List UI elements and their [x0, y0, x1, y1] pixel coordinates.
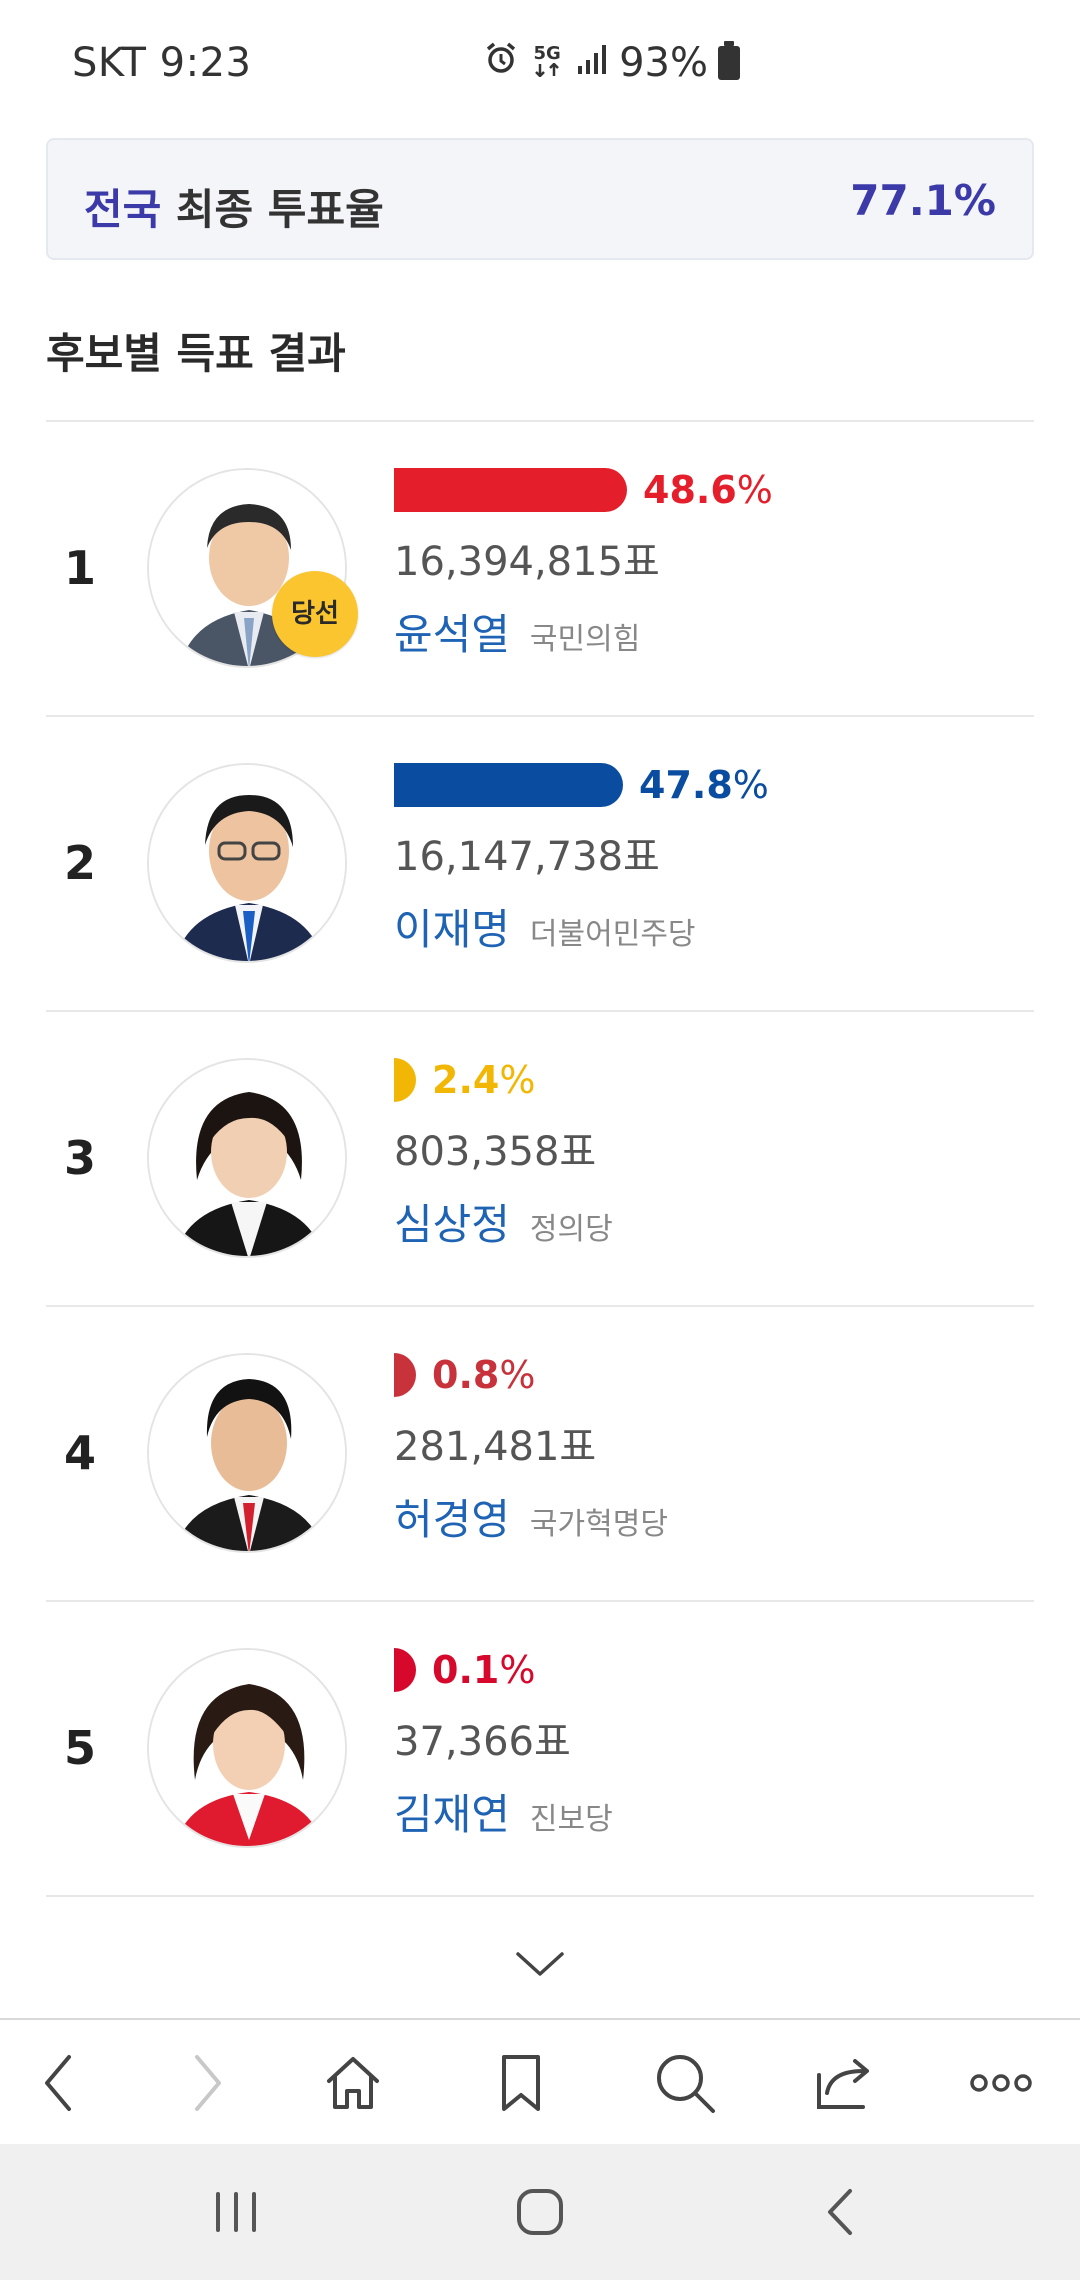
network-5g-icon: 5G — [529, 45, 565, 81]
candidate-info: 이재명 더불어민주당 — [394, 896, 696, 957]
candidate-rank: 4 — [64, 1426, 97, 1480]
candidate-photo — [147, 1648, 347, 1848]
candidate-row-5[interactable]: 5 0.1% 37,366표 김재연 진보당 — [46, 1601, 1034, 1895]
party-name: 국민의힘 — [529, 622, 641, 657]
candidate-info: 허경영 국가혁명당 — [394, 1486, 668, 1547]
vote-percent-value: 47.8 — [639, 763, 733, 807]
vote-count: 803,358표 — [394, 1129, 597, 1175]
section-title: 후보별 득표 결과 — [46, 329, 346, 378]
candidate-info: 심상정 정의당 — [394, 1191, 613, 1252]
vote-share-marker — [394, 1058, 416, 1102]
candidate-photo — [147, 1353, 347, 1553]
vote-share-bar — [394, 763, 623, 807]
percent-sign: % — [499, 1648, 536, 1692]
vote-percent: 48.6% — [643, 468, 773, 512]
candidate-row-1[interactable]: 1 당선 48.6% 16,394,815표 윤석열 국민의힘 — [46, 421, 1034, 715]
candidate-rank: 1 — [64, 541, 97, 595]
candidate-name[interactable]: 김재연 — [394, 1781, 510, 1842]
vote-percent: 47.8% — [639, 763, 769, 807]
candidate-photo — [147, 763, 347, 963]
vote-count: 37,366표 — [394, 1719, 571, 1765]
vote-percent-value: 0.1 — [432, 1648, 500, 1692]
party-name: 진보당 — [529, 1802, 613, 1837]
carrier-time: SKT 9:23 — [72, 40, 252, 86]
percent-sign: % — [499, 1058, 536, 1102]
status-bar: SKT 9:23 5G 93% — [0, 0, 1080, 130]
candidate-row-4[interactable]: 4 0.8% 281,481표 허경영 국가혁명당 — [46, 1306, 1034, 1600]
vote-share-marker — [394, 1353, 416, 1397]
vote-percent-value: 0.8 — [432, 1353, 500, 1397]
vote-count: 281,481표 — [394, 1424, 597, 1470]
turnout-label: 전국 최종 투표율 — [84, 176, 384, 237]
vote-percent: 0.8% — [432, 1353, 535, 1397]
vote-percent: 2.4% — [432, 1058, 535, 1102]
browser-toolbar — [0, 2018, 1080, 2144]
winner-badge: 당선 — [272, 571, 358, 657]
candidate-row-3[interactable]: 3 2.4% 803,358표 심상정 정의당 — [46, 1011, 1034, 1305]
vote-share: 47.8% — [394, 762, 769, 808]
vote-share: 0.8% — [394, 1352, 535, 1398]
turnout-label-text: 최종 투표율 — [175, 185, 384, 234]
vote-count: 16,394,815표 — [394, 539, 660, 585]
alarm-icon — [483, 40, 519, 86]
percent-sign: % — [499, 1353, 536, 1397]
candidate-photo — [147, 1058, 347, 1258]
home-button-icon[interactable] — [500, 2172, 580, 2252]
vote-share: 48.6% — [394, 467, 773, 513]
turnout-region: 전국 — [84, 185, 162, 234]
party-name: 더불어민주당 — [529, 917, 696, 952]
vote-share-marker — [394, 1648, 416, 1692]
candidate-rank: 2 — [64, 836, 97, 890]
candidate-info: 김재연 진보당 — [394, 1781, 613, 1842]
vote-share: 0.1% — [394, 1647, 535, 1693]
system-back-icon[interactable] — [800, 2172, 880, 2252]
candidate-name[interactable]: 허경영 — [394, 1486, 510, 1547]
vote-percent: 0.1% — [432, 1648, 535, 1692]
chevron-down-icon[interactable] — [515, 1950, 565, 1980]
candidate-name[interactable]: 심상정 — [394, 1191, 510, 1252]
system-navigation-bar — [0, 2144, 1080, 2280]
divider — [46, 1895, 1034, 1897]
battery-icon — [718, 41, 740, 80]
candidate-rank: 5 — [64, 1721, 97, 1775]
party-name: 국가혁명당 — [529, 1507, 668, 1542]
vote-percent-value: 2.4 — [432, 1058, 500, 1102]
vote-share-bar — [394, 468, 627, 512]
bookmark-icon[interactable] — [486, 2048, 556, 2118]
search-icon[interactable] — [650, 2048, 720, 2118]
turnout-panel: 전국 최종 투표율 77.1% — [46, 138, 1034, 260]
tabs-icon[interactable] — [810, 2048, 880, 2118]
turnout-value: 77.1% — [850, 176, 996, 225]
status-icons: 5G 93% — [483, 40, 740, 86]
signal-icon — [575, 40, 609, 86]
candidate-name[interactable]: 윤석열 — [394, 601, 510, 662]
forward-icon[interactable] — [172, 2048, 242, 2118]
candidate-rank: 3 — [64, 1131, 97, 1185]
battery-percent: 93% — [619, 40, 708, 86]
more-icon[interactable] — [966, 2048, 1036, 2118]
candidate-info: 윤석열 국민의힘 — [394, 601, 640, 662]
home-icon[interactable] — [318, 2048, 388, 2118]
vote-share: 2.4% — [394, 1057, 535, 1103]
recent-apps-icon[interactable] — [196, 2172, 276, 2252]
network-type: 5G — [533, 43, 561, 64]
percent-sign: % — [736, 468, 773, 512]
vote-count: 16,147,738표 — [394, 834, 660, 880]
percent-sign: % — [732, 763, 769, 807]
candidate-name[interactable]: 이재명 — [394, 896, 510, 957]
back-icon[interactable] — [24, 2048, 94, 2118]
candidate-row-2[interactable]: 2 47.8% 16,147,738표 이재명 더불어민주당 — [46, 716, 1034, 1010]
party-name: 정의당 — [529, 1212, 613, 1247]
vote-percent-value: 48.6 — [643, 468, 737, 512]
